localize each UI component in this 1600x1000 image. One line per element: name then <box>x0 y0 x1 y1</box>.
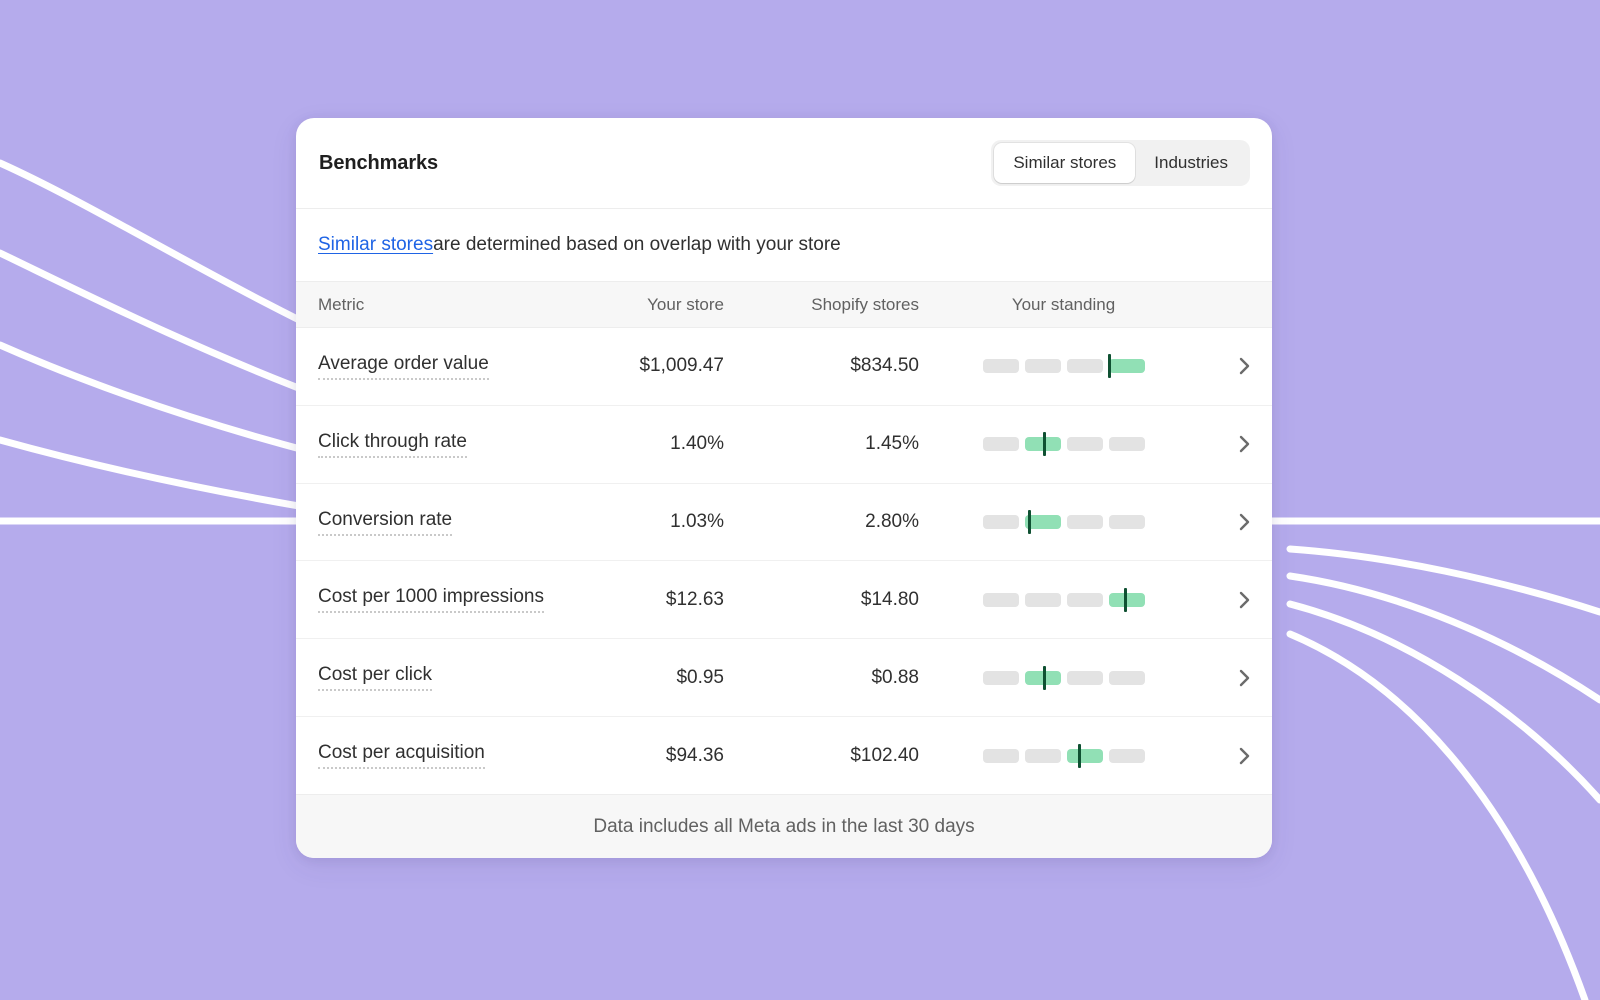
metric-label[interactable]: Click through rate <box>318 431 467 458</box>
metric-label[interactable]: Cost per acquisition <box>318 742 485 770</box>
standing-marker <box>1043 432 1047 457</box>
shopify-stores-value: $834.50 <box>850 355 919 377</box>
subtitle-text: are determined based on overlap with you… <box>433 234 841 255</box>
standing-segment-empty <box>1024 359 1061 374</box>
standing-marker <box>1027 510 1031 535</box>
table-header-row: Metric Your store Shopify stores Your st… <box>296 281 1272 328</box>
metric-cell: Average order value <box>318 353 614 380</box>
standing-segment-empty <box>982 437 1019 452</box>
your-store-value: $1,009.47 <box>639 355 724 377</box>
standing-segment-empty <box>1108 515 1145 530</box>
your-store-value: $0.95 <box>676 666 724 688</box>
benchmarks-table-body: Average order value $1,009.47 $834.50 Click… <box>296 328 1272 794</box>
your-standing-cell <box>919 354 1208 379</box>
card-footer: Data includes all Meta ads in the last 3… <box>296 794 1272 858</box>
standing-indicator <box>982 743 1145 768</box>
standing-segment-empty <box>1066 515 1103 530</box>
standing-indicator <box>982 665 1145 690</box>
row-disclosure[interactable] <box>1208 435 1250 453</box>
standing-segment-empty <box>1066 359 1103 374</box>
metric-label[interactable]: Cost per click <box>318 664 433 692</box>
shopify-stores-value: 1.45% <box>865 433 919 455</box>
your-standing-cell <box>919 510 1208 535</box>
shopify-stores-value: $14.80 <box>860 588 919 610</box>
footer-note: Data includes all Meta ads in the last 3… <box>593 815 975 837</box>
table-row[interactable]: Conversion rate 1.03% 2.80% <box>296 484 1272 562</box>
tab-industries[interactable]: Industries <box>1135 143 1247 183</box>
metric-cell: Cost per 1000 impressions <box>318 586 614 614</box>
metric-label[interactable]: Average order value <box>318 353 489 380</box>
standing-marker <box>1043 665 1047 690</box>
benchmark-scope-segmented-control: Similar stores Industries <box>991 140 1250 186</box>
metric-cell: Cost per click <box>318 664 614 692</box>
subtitle-bar: Similar stores are determined based on o… <box>296 208 1272 281</box>
column-header-shopify-stores: Shopify stores <box>811 294 919 314</box>
row-disclosure[interactable] <box>1208 669 1250 687</box>
standing-indicator <box>982 587 1145 612</box>
standing-indicator <box>982 510 1145 535</box>
your-store-value: 1.03% <box>670 511 724 533</box>
standing-segment-empty <box>1108 437 1145 452</box>
chevron-right-icon[interactable] <box>1239 747 1250 765</box>
row-disclosure[interactable] <box>1208 513 1250 531</box>
standing-segment-empty <box>1066 437 1103 452</box>
shopify-stores-value: $0.88 <box>871 666 919 688</box>
page-title: Benchmarks <box>319 151 439 174</box>
standing-segment-empty <box>1066 592 1103 607</box>
table-row[interactable]: Average order value $1,009.47 $834.50 <box>296 328 1272 406</box>
chevron-right-icon[interactable] <box>1239 513 1250 531</box>
standing-indicator <box>982 354 1145 379</box>
standing-segment-empty <box>982 515 1019 530</box>
standing-segment-empty <box>1108 748 1145 763</box>
standing-marker <box>1078 743 1082 768</box>
your-standing-cell <box>919 432 1208 457</box>
table-row[interactable]: Click through rate 1.40% 1.45% <box>296 406 1272 484</box>
standing-segment-empty <box>1024 592 1061 607</box>
column-header-metric: Metric <box>318 294 365 314</box>
table-row[interactable]: Cost per click $0.95 $0.88 <box>296 639 1272 718</box>
benchmarks-card: Benchmarks Similar stores Industries Sim… <box>296 118 1272 858</box>
standing-segment-filled <box>1108 359 1145 374</box>
metric-cell: Conversion rate <box>318 509 614 536</box>
table-row[interactable]: Cost per 1000 impressions $12.63 $14.80 <box>296 561 1272 640</box>
standing-marker <box>1108 354 1112 379</box>
standing-segment-filled <box>1066 748 1103 763</box>
standing-segment-empty <box>982 670 1019 685</box>
column-header-your-store: Your store <box>647 294 724 314</box>
row-disclosure[interactable] <box>1208 357 1250 375</box>
your-standing-cell <box>919 665 1208 690</box>
standing-segment-empty <box>1024 748 1061 763</box>
tab-similar-stores[interactable]: Similar stores <box>994 143 1136 183</box>
shopify-stores-value: 2.80% <box>865 511 919 533</box>
chevron-right-icon[interactable] <box>1239 435 1250 453</box>
your-standing-cell <box>919 743 1208 768</box>
table-row[interactable]: Cost per acquisition $94.36 $102.40 <box>296 717 1272 794</box>
your-standing-cell <box>919 587 1208 612</box>
your-store-value: 1.40% <box>670 433 724 455</box>
standing-segment-empty <box>982 592 1019 607</box>
standing-segment-empty <box>1066 670 1103 685</box>
row-disclosure[interactable] <box>1208 747 1250 765</box>
row-disclosure[interactable] <box>1208 591 1250 609</box>
standing-segment-empty <box>1108 670 1145 685</box>
your-store-value: $12.63 <box>665 588 724 610</box>
column-header-your-standing: Your standing <box>1011 294 1116 314</box>
standing-segment-empty <box>982 359 1019 374</box>
metric-cell: Click through rate <box>318 431 614 458</box>
your-store-value: $94.36 <box>665 744 724 766</box>
metric-label[interactable]: Conversion rate <box>318 509 453 536</box>
standing-marker <box>1123 587 1127 612</box>
shopify-stores-value: $102.40 <box>850 744 919 766</box>
metric-cell: Cost per acquisition <box>318 742 614 770</box>
standing-indicator <box>982 432 1145 457</box>
chevron-right-icon[interactable] <box>1239 591 1250 609</box>
metric-label[interactable]: Cost per 1000 impressions <box>318 586 544 614</box>
chevron-right-icon[interactable] <box>1239 669 1250 687</box>
card-header: Benchmarks Similar stores Industries <box>296 118 1272 208</box>
standing-segment-empty <box>982 748 1019 763</box>
chevron-right-icon[interactable] <box>1239 357 1250 375</box>
similar-stores-link[interactable]: Similar stores <box>318 234 433 256</box>
